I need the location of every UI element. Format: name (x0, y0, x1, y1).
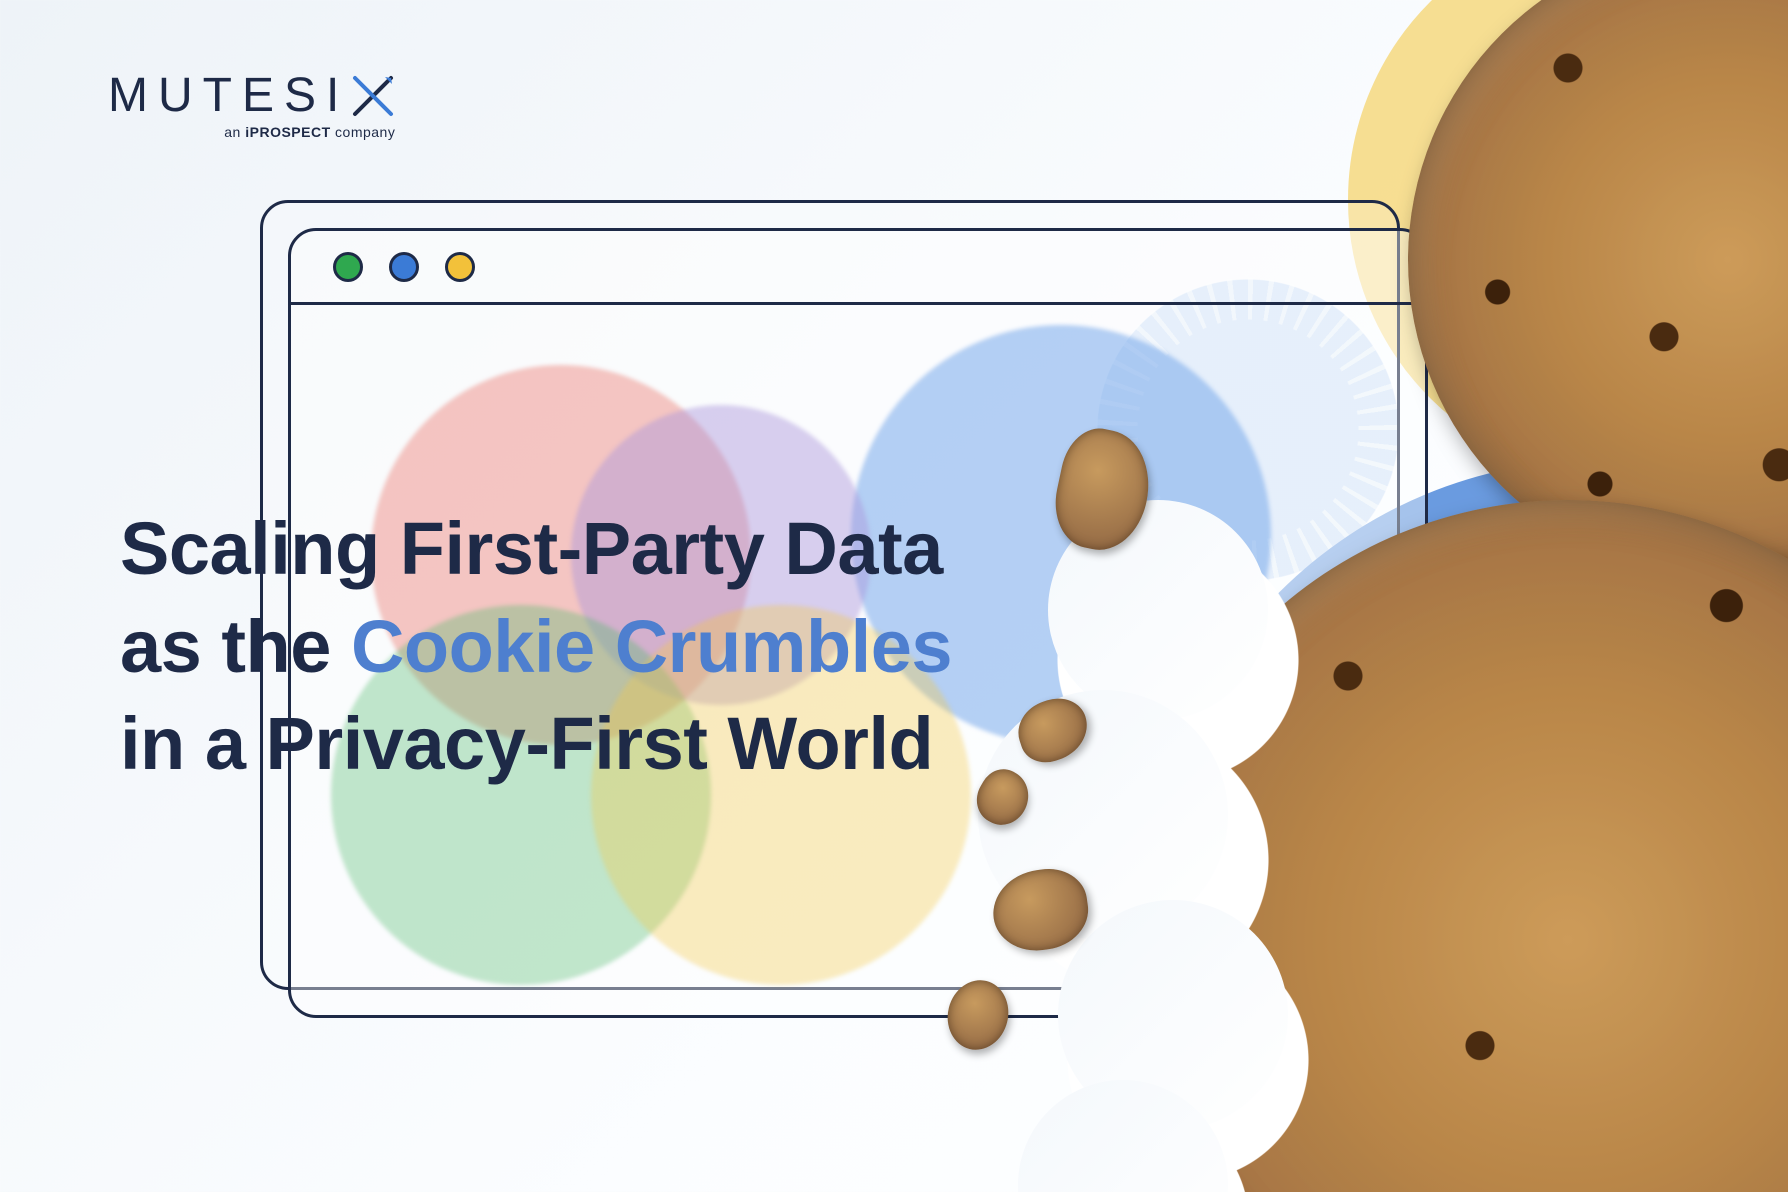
logo-tagline: an iPROSPECT company (224, 124, 395, 140)
hero-headline: Scaling First-Party Data as the Cookie C… (120, 500, 1140, 793)
headline-line-3: in a Privacy-First World (120, 702, 933, 785)
logo-text: MUTESI (108, 72, 349, 120)
traffic-light-yellow-icon (445, 252, 475, 282)
headline-line-1: Scaling First-Party Data (120, 507, 943, 590)
logo-x-icon (351, 74, 395, 118)
headline-line-2-pre: as the (120, 605, 351, 688)
logo-tagline-brand: iPROSPECT (245, 124, 330, 140)
logo-tagline-suffix: company (331, 124, 396, 140)
logo-tagline-prefix: an (224, 124, 245, 140)
logo-wordmark: MUTESI (108, 72, 395, 120)
headline-line-2-accent: Cookie Crumbles (351, 605, 952, 688)
browser-titlebar (291, 231, 1425, 305)
mutesix-logo: MUTESI an iPROSPECT company (108, 72, 395, 140)
traffic-light-green-icon (333, 252, 363, 282)
traffic-light-blue-icon (389, 252, 419, 282)
